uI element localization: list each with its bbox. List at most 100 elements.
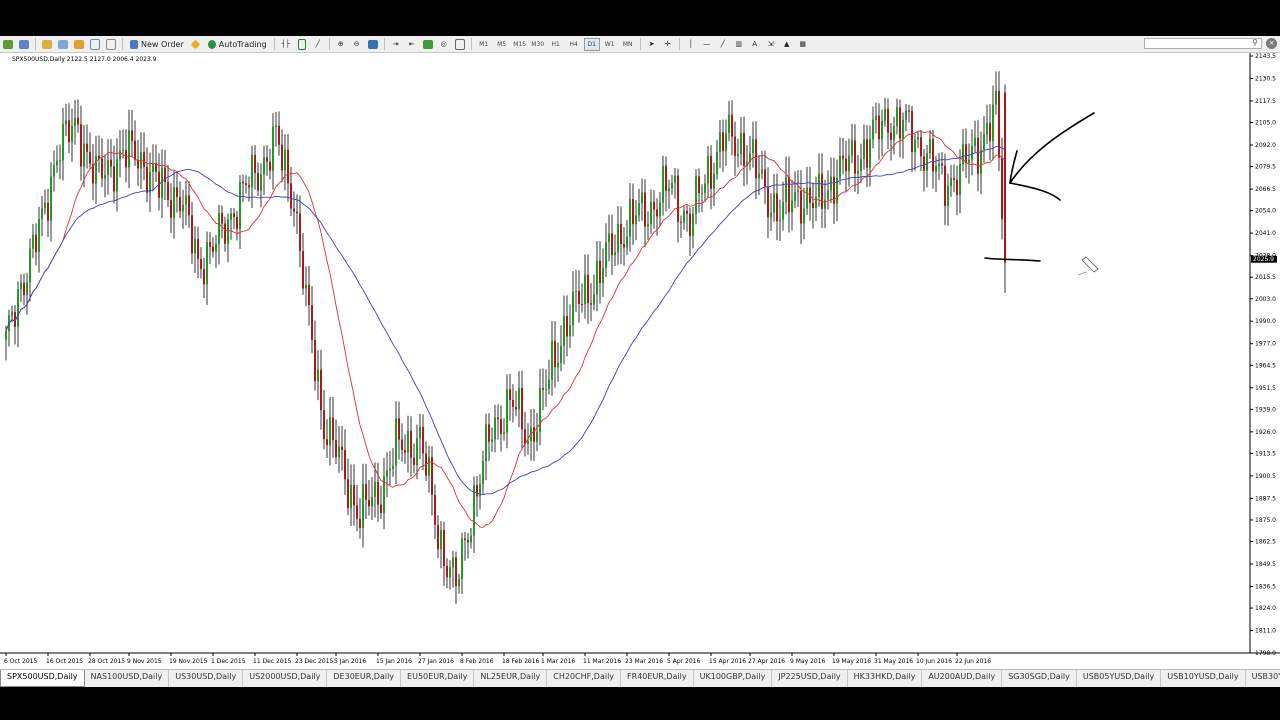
- auto-scroll-icon[interactable]: ⇤: [405, 38, 419, 51]
- arrows-icon[interactable]: ▲: [780, 38, 794, 51]
- candle-body: [770, 212, 772, 218]
- candlestick-chart-icon[interactable]: [295, 38, 309, 51]
- autotrading-label: AutoTrading: [218, 39, 267, 49]
- chart-shift-icon[interactable]: ⇥: [389, 38, 403, 51]
- chart-tab[interactable]: NAS100USD,Daily: [85, 670, 170, 687]
- timeframe-m30-button[interactable]: M30: [530, 38, 546, 51]
- candle-body: [323, 410, 325, 440]
- candle-body: [875, 115, 877, 120]
- data-window-icon[interactable]: [56, 38, 70, 51]
- chart-tab[interactable]: JP225USD,Daily: [772, 670, 848, 687]
- candle-body: [332, 417, 334, 441]
- candle-body: [119, 150, 121, 160]
- candle-body: [593, 294, 595, 305]
- zoom-in-icon[interactable]: ⊕: [334, 38, 348, 51]
- candle-body: [521, 387, 523, 430]
- candle-body: [965, 144, 967, 163]
- y-tick-label: 1977.0: [1255, 341, 1276, 348]
- line-chart-icon[interactable]: ╱: [311, 38, 325, 51]
- x-tick-label: 9 May 2016: [790, 658, 825, 665]
- timeframe-m5-button[interactable]: M5: [494, 38, 510, 51]
- candle-body: [596, 260, 598, 295]
- navigator-icon[interactable]: [72, 38, 86, 51]
- timeframe-m15-button[interactable]: M15: [512, 38, 528, 51]
- new-chart-icon[interactable]: [1, 38, 15, 51]
- periods-icon[interactable]: ◎: [437, 38, 451, 51]
- candle-body: [317, 369, 319, 382]
- candle-body: [818, 173, 820, 197]
- templates-icon[interactable]: [453, 38, 467, 51]
- equidistant-channel-icon[interactable]: ▥: [732, 38, 746, 51]
- candle-body: [569, 325, 571, 337]
- y-tick-label: 2003.0: [1255, 296, 1276, 303]
- trendline-icon[interactable]: ╱: [716, 38, 730, 51]
- chart-tab[interactable]: AU200AUD,Daily: [922, 670, 1003, 687]
- indicators-icon[interactable]: [421, 38, 435, 51]
- candle-body: [458, 578, 460, 587]
- text-tool-icon[interactable]: A: [748, 38, 762, 51]
- chart-tab[interactable]: US2000USD,Daily: [243, 670, 328, 687]
- candle-body: [299, 213, 301, 252]
- profiles-icon[interactable]: [17, 38, 31, 51]
- timeframe-m1-button[interactable]: M1: [476, 38, 492, 51]
- y-tick-label: 2143.5: [1255, 53, 1276, 60]
- search-icon[interactable]: ⚲: [1252, 38, 1258, 47]
- cursor-icon[interactable]: ➤: [645, 38, 659, 51]
- candle-body: [35, 234, 37, 253]
- chart-tab[interactable]: US30USD,Daily: [169, 670, 244, 687]
- vertical-line-icon[interactable]: │: [684, 38, 698, 51]
- candle-body: [611, 233, 613, 256]
- close-icon[interactable]: ×: [1266, 38, 1277, 49]
- terminal-icon[interactable]: [88, 38, 102, 51]
- bar-chart-icon[interactable]: ┤├: [279, 38, 293, 51]
- candle-body: [320, 369, 322, 411]
- chart-tab[interactable]: USB10YUSD,Daily: [1161, 670, 1246, 687]
- candle-body: [737, 154, 739, 156]
- strategy-tester-icon[interactable]: [104, 38, 118, 51]
- chart-tab[interactable]: CH20CHF,Daily: [547, 670, 622, 687]
- search-input[interactable]: [1144, 38, 1262, 49]
- chart-tab[interactable]: SPX500USD,Daily: [0, 670, 85, 687]
- candle-body: [419, 427, 421, 439]
- text-label-icon[interactable]: ⇲: [764, 38, 778, 51]
- chart-tab[interactable]: NL25EUR,Daily: [474, 670, 548, 687]
- candle-body: [896, 107, 898, 127]
- candle-body: [362, 484, 364, 528]
- chart-tab[interactable]: FR40EUR,Daily: [621, 670, 694, 687]
- chart-window[interactable]: 2143.5 2130.5 2117.5 2105.0 2092.0 2079.5 2066…: [0, 53, 1280, 669]
- market-watch-icon[interactable]: [40, 38, 54, 51]
- crosshair-icon[interactable]: ✛: [661, 38, 675, 51]
- grid-icon[interactable]: ▦: [796, 38, 810, 51]
- current-price-label: 2025.9: [1253, 256, 1274, 263]
- timeframe-d1-button[interactable]: D1: [583, 37, 600, 51]
- chart-tab[interactable]: USB30YUSD,Daily: [1246, 670, 1280, 687]
- x-tick-label: 19 May 2016: [832, 658, 871, 665]
- candle-body: [683, 210, 685, 223]
- timeframe-w1-button[interactable]: W1: [602, 38, 618, 51]
- y-tick-label: 1798.0: [1255, 650, 1276, 657]
- candle-body: [416, 438, 418, 465]
- chart-tab[interactable]: USB05YUSD,Daily: [1077, 670, 1162, 687]
- chart-tab[interactable]: DE30EUR,Daily: [327, 670, 402, 687]
- candle-body: [185, 195, 187, 205]
- horizontal-line-icon[interactable]: —: [700, 38, 714, 51]
- candle-body: [287, 149, 289, 184]
- zoom-out-icon[interactable]: ⊖: [350, 38, 364, 51]
- candle-body: [449, 567, 451, 578]
- candle-body: [899, 107, 901, 139]
- y-tick-label: 1951.5: [1255, 385, 1276, 392]
- chart-tab[interactable]: UK100GBP,Daily: [694, 670, 773, 687]
- new-order-button[interactable]: New Order: [127, 38, 187, 51]
- metaeditor-icon[interactable]: [189, 38, 203, 51]
- timeframe-h4-button[interactable]: H4: [566, 38, 582, 51]
- chart-tab[interactable]: EU50EUR,Daily: [401, 670, 475, 687]
- timeframe-h1-button[interactable]: H1: [548, 38, 564, 51]
- timeframe-mn-button[interactable]: MN: [620, 38, 636, 51]
- price-chart[interactable]: 2143.5 2130.5 2117.5 2105.0 2092.0 2079.5 2066…: [0, 53, 1280, 669]
- chart-tab[interactable]: HK33HKD,Daily: [848, 670, 923, 687]
- chart-tab[interactable]: SG30SGD,Daily: [1002, 670, 1077, 687]
- x-tick-label: 1 Mar 2016: [541, 658, 575, 665]
- autotrading-button[interactable]: AutoTrading: [205, 38, 270, 51]
- tile-windows-icon[interactable]: [366, 38, 380, 51]
- candle-body: [314, 339, 316, 382]
